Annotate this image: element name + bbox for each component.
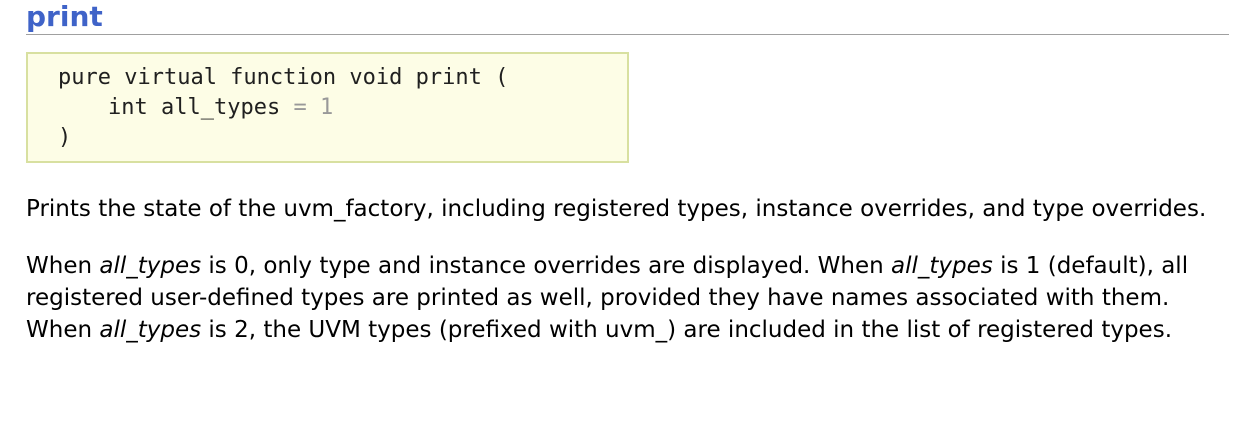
param-default-value: 1	[319, 95, 334, 120]
description-paragraph-2: When all_types is 0, only type and insta…	[26, 250, 1226, 346]
param-equals: =	[293, 95, 307, 120]
title-underline	[26, 34, 1229, 35]
text-segment: is 0, only type and instance overrides a…	[201, 253, 892, 279]
param-reference: all_types	[99, 253, 202, 279]
page-title: print	[26, 0, 103, 33]
param-name: all_types	[161, 95, 281, 120]
param-reference: all_types	[99, 317, 202, 343]
prototype-close-paren: )	[58, 125, 72, 150]
function-prototype: pure virtual function void print ( int al…	[26, 52, 629, 163]
description-paragraph-1: Prints the state of the uvm_factory, inc…	[26, 196, 1207, 222]
prototype-signature: pure virtual function void print (	[58, 65, 509, 90]
doc-page: print pure virtual function void print (…	[26, 0, 1229, 371]
param-reference: all_types	[891, 253, 993, 279]
description: Prints the state of the uvm_factory, inc…	[26, 193, 1226, 346]
text-segment: When	[26, 253, 100, 279]
text-segment: is 2, the UVM types (prefixed with uvm_)…	[201, 317, 1173, 343]
param-type: int	[108, 95, 148, 120]
prototype-parameter: int all_types = 1	[58, 93, 627, 123]
